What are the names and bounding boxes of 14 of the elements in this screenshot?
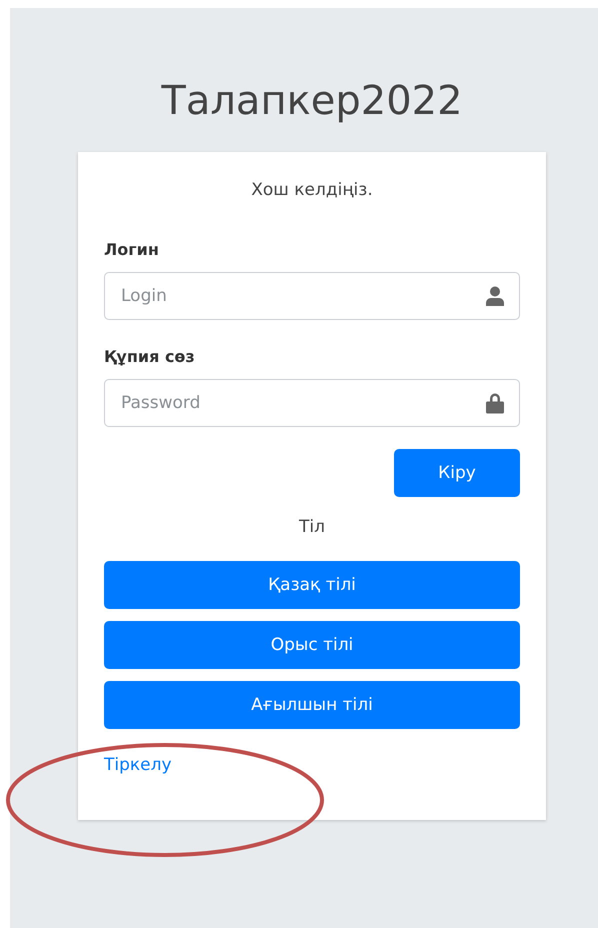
field-label: Құпия сөз xyxy=(104,347,196,366)
password-field[interactable]: Password xyxy=(104,379,520,427)
language-button[interactable]: Қазақ тілі xyxy=(104,561,520,609)
welcome-text: Хош келдіңіз. xyxy=(250,180,374,200)
login-button[interactable]: Кіру xyxy=(394,449,520,497)
language-button[interactable]: Ағылшын тілі xyxy=(104,681,520,729)
field-label: Логин xyxy=(104,240,160,259)
login-field[interactable]: Login xyxy=(104,272,520,320)
language-heading: Тіл xyxy=(298,517,326,537)
lock-icon xyxy=(486,392,504,414)
register-link[interactable]: Тіркелу xyxy=(104,755,172,775)
page-title: Талапкер2022 xyxy=(160,77,464,126)
language-button[interactable]: Орыс тілі xyxy=(104,621,520,669)
user-icon xyxy=(486,286,504,306)
